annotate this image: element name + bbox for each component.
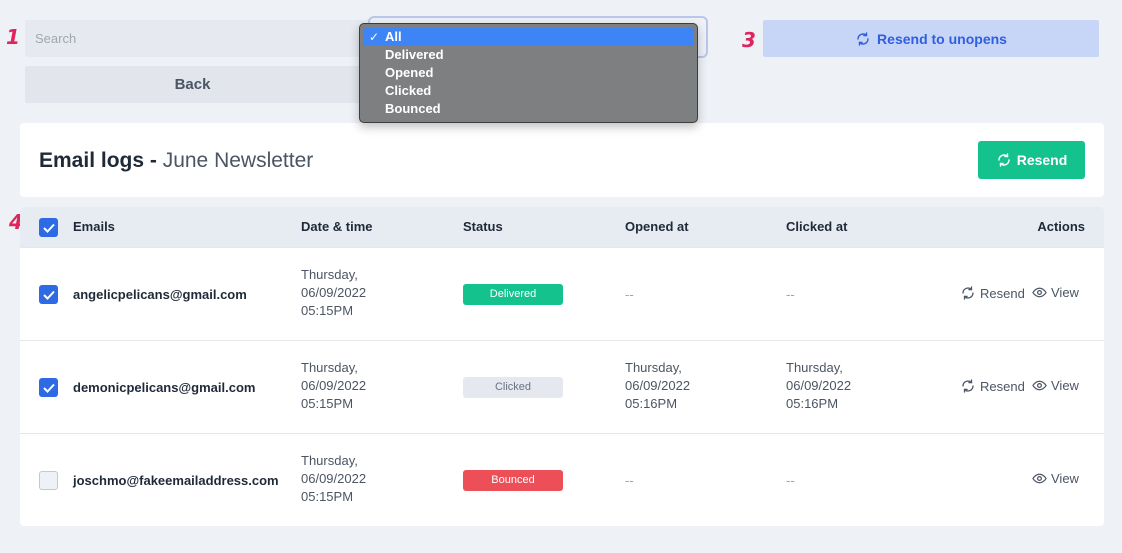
status-badge: Delivered [463, 284, 563, 305]
row-email: joschmo@fakeemailaddress.com [73, 473, 279, 488]
status-badge: Clicked [463, 377, 563, 398]
row-clicked-at: -- [786, 287, 795, 302]
checkmark-icon [42, 290, 55, 300]
row-clicked-at: Thursday, 06/09/2022 05:16PM [786, 360, 852, 411]
column-header-emails: Emails [73, 219, 115, 234]
dropdown-option-bounced[interactable]: Bounced [363, 100, 694, 118]
resend-action-label: Resend [980, 378, 1025, 394]
annotation-marker-3: 3 [742, 28, 756, 52]
row-clicked-at: -- [786, 473, 795, 488]
resend-to-unopens-button[interactable]: Resend to unopens [763, 20, 1099, 57]
refresh-icon [960, 378, 976, 394]
check-icon: ✓ [369, 30, 380, 44]
row-checkbox[interactable] [39, 471, 58, 490]
page-title-campaign: June Newsletter [162, 149, 314, 172]
row-view-action[interactable]: View [1032, 471, 1079, 486]
row-datetime: Thursday, 06/09/2022 05:15PM [301, 453, 367, 504]
dropdown-option-all[interactable]: ✓ All [363, 28, 694, 46]
row-opened-at: -- [625, 473, 634, 488]
dropdown-option-clicked[interactable]: Clicked [363, 82, 694, 100]
row-checkbox[interactable] [39, 285, 58, 304]
checkmark-icon [42, 383, 55, 393]
row-resend-action[interactable]: Resend [960, 378, 1025, 394]
column-header-opened: Opened at [625, 219, 689, 234]
search-input[interactable] [25, 20, 375, 57]
resend-button[interactable]: Resend [978, 141, 1085, 179]
view-action-label: View [1051, 285, 1079, 300]
dropdown-option-opened[interactable]: Opened [363, 64, 694, 82]
table-header: Emails Date & time Status Opened at Clic… [20, 207, 1104, 247]
column-header-status: Status [463, 219, 503, 234]
page-title-main: Email logs - [39, 149, 157, 172]
row-checkbox[interactable] [39, 378, 58, 397]
table-row: angelicpelicans@gmail.com Thursday, 06/09… [20, 247, 1104, 340]
row-opened-at: -- [625, 287, 634, 302]
back-button[interactable]: Back [25, 66, 360, 103]
resend-button-label: Resend [1016, 152, 1068, 168]
table-row: demonicpelicans@gmail.com Thursday, 06/09… [20, 340, 1104, 433]
email-logs-table: Emails Date & time Status Opened at Clic… [20, 207, 1104, 526]
row-view-action[interactable]: View [1032, 285, 1079, 300]
eye-icon [1032, 285, 1047, 300]
row-email: demonicpelicans@gmail.com [73, 380, 256, 395]
page-title: Email logs - June Newsletter [39, 148, 313, 174]
refresh-icon [996, 152, 1012, 168]
eye-icon [1032, 471, 1047, 486]
row-view-action[interactable]: View [1032, 378, 1079, 393]
status-filter-dropdown: ✓ All Delivered Opened Clicked Bounced [359, 23, 698, 123]
column-header-date: Date & time [301, 219, 373, 234]
row-opened-at: Thursday, 06/09/2022 05:16PM [625, 360, 691, 411]
eye-icon [1032, 378, 1047, 393]
view-action-label: View [1051, 471, 1079, 486]
table-row: joschmo@fakeemailaddress.com Thursday, 06… [20, 433, 1104, 526]
row-email: angelicpelicans@gmail.com [73, 287, 247, 302]
select-all-checkbox[interactable] [39, 218, 58, 237]
resend-action-label: Resend [980, 285, 1025, 301]
view-action-label: View [1051, 378, 1079, 393]
refresh-icon [855, 31, 871, 47]
column-header-actions: Actions [1037, 219, 1085, 234]
refresh-icon [960, 285, 976, 301]
row-resend-action[interactable]: Resend [960, 285, 1025, 301]
annotation-marker-1: 1 [6, 25, 20, 49]
resend-to-unopens-label: Resend to unopens [877, 30, 1007, 47]
status-badge: Bounced [463, 470, 563, 491]
checkmark-icon [42, 223, 55, 233]
row-datetime: Thursday, 06/09/2022 05:15PM [301, 267, 367, 318]
row-datetime: Thursday, 06/09/2022 05:15PM [301, 360, 367, 411]
column-header-clicked: Clicked at [786, 219, 848, 234]
dropdown-option-delivered[interactable]: Delivered [363, 46, 694, 64]
